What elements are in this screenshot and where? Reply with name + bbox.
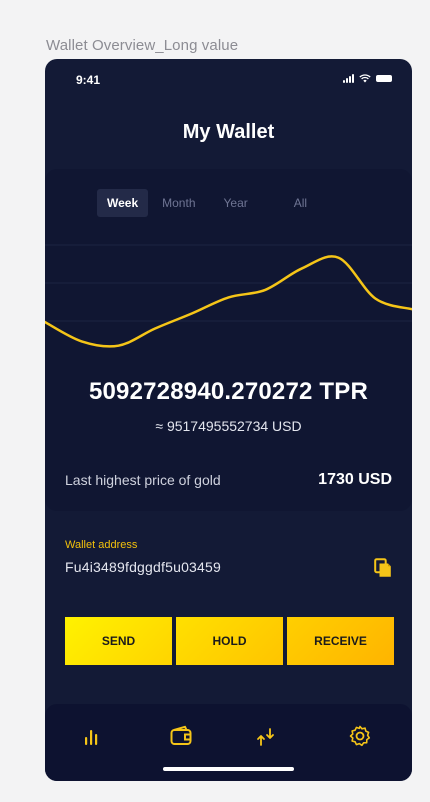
tab-month[interactable]: Month bbox=[152, 189, 205, 217]
battery-icon bbox=[376, 75, 392, 82]
receive-button[interactable]: RECEIVE bbox=[287, 617, 394, 665]
signal-icon bbox=[343, 74, 354, 83]
wallet-address-label: Wallet address bbox=[65, 539, 138, 551]
period-tabs: Week Month Year All bbox=[97, 189, 317, 217]
price-chart bbox=[45, 244, 412, 348]
home-indicator bbox=[163, 767, 294, 771]
send-button[interactable]: SEND bbox=[65, 617, 172, 665]
chart-icon[interactable] bbox=[81, 724, 105, 748]
tab-week[interactable]: Week bbox=[97, 189, 149, 217]
status-icons bbox=[343, 74, 392, 83]
gold-price-value: 1730 USD bbox=[318, 471, 392, 488]
balance-usd: ≈ 9517495552734 USD bbox=[155, 418, 302, 434]
tab-year[interactable]: Year bbox=[214, 189, 258, 217]
copy-icon[interactable] bbox=[374, 558, 392, 578]
price-series-line bbox=[45, 255, 412, 348]
phone-screen: 9:41 My Wallet Week Month Year All 50927… bbox=[45, 59, 412, 781]
wifi-icon bbox=[359, 74, 371, 83]
settings-icon[interactable] bbox=[348, 724, 372, 748]
gold-price-label: Last highest price of gold bbox=[65, 472, 221, 488]
wallet-address-value: Fu4i3489fdggdf5u03459 bbox=[65, 559, 222, 575]
tab-all[interactable]: All bbox=[284, 189, 317, 217]
balance-amount: 5092728940.270272 TPR bbox=[88, 378, 369, 405]
transfer-icon[interactable] bbox=[254, 724, 278, 748]
bottom-nav bbox=[45, 704, 412, 781]
hold-button[interactable]: HOLD bbox=[176, 617, 283, 665]
page-title: My Wallet bbox=[182, 121, 275, 143]
action-buttons: SEND HOLD RECEIVE bbox=[65, 617, 394, 665]
wallet-icon[interactable] bbox=[169, 724, 193, 748]
status-time: 9:41 bbox=[76, 73, 101, 87]
balance-card: Week Month Year All 5092728940.270272 TP… bbox=[45, 169, 412, 511]
frame-caption: Wallet Overview_Long value bbox=[46, 37, 239, 54]
